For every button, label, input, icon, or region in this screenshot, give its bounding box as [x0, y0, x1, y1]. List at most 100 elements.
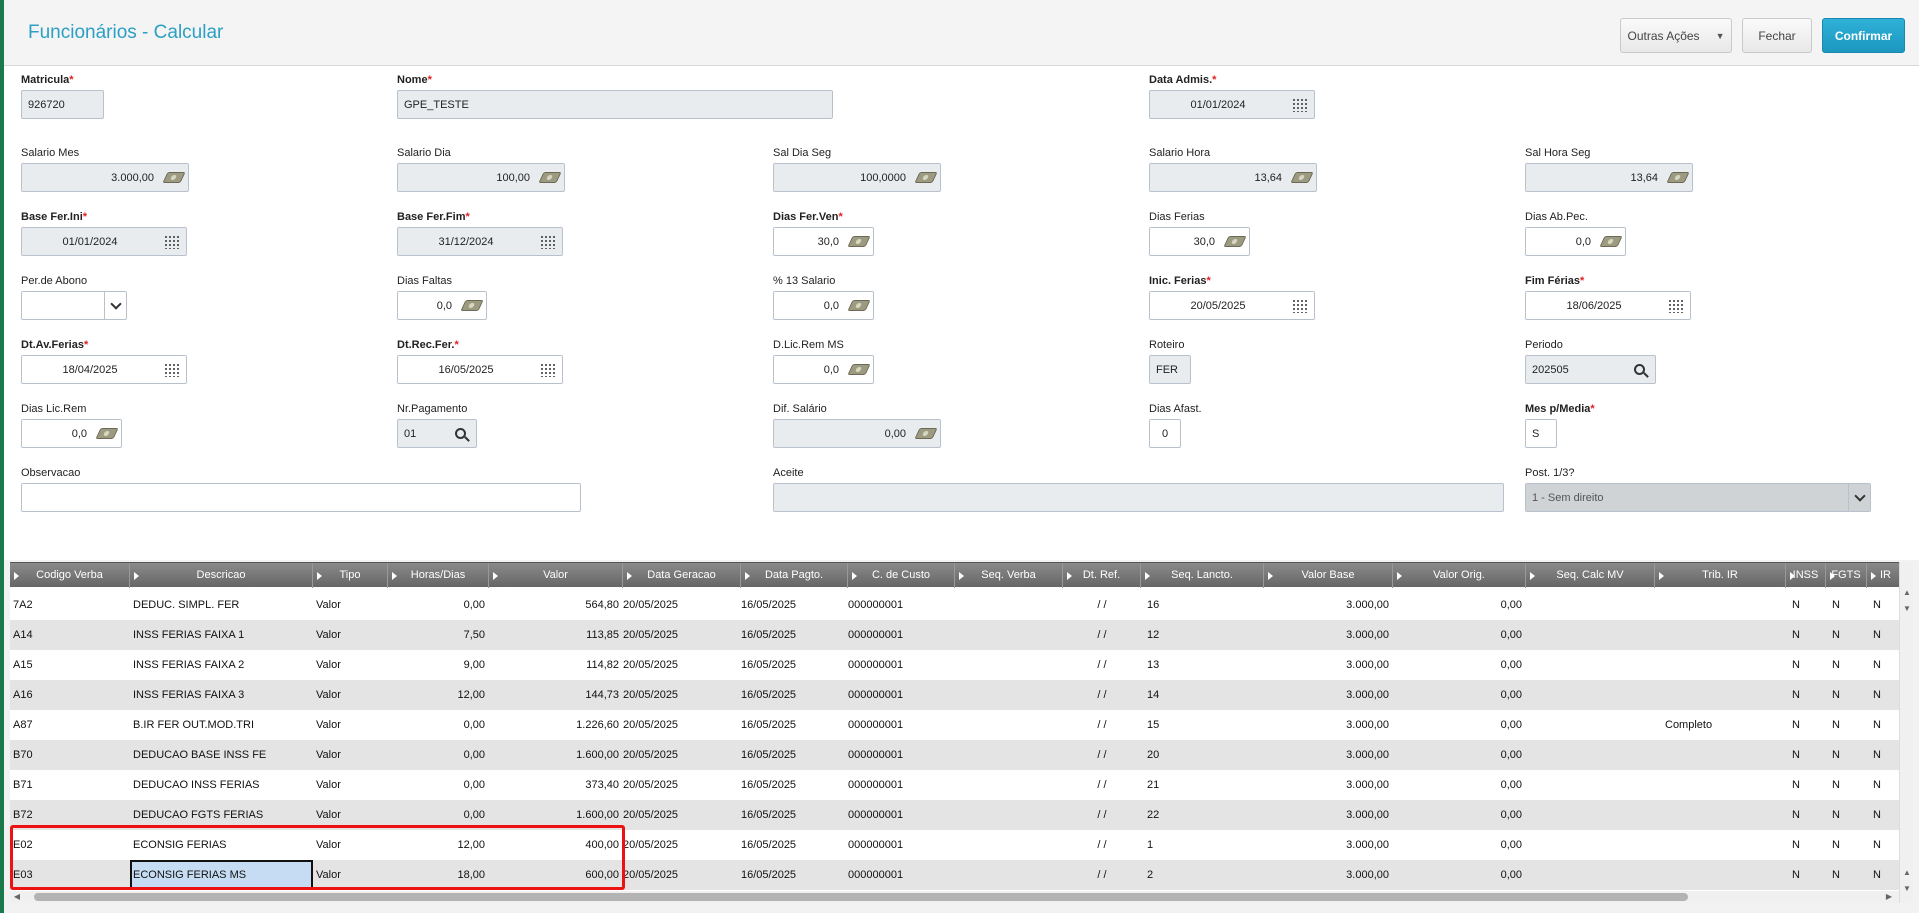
table-cell[interactable]: 000000001 [848, 800, 955, 830]
table-cell[interactable]: DEDUC. SIMPL. FER [130, 590, 313, 620]
table-cell[interactable] [955, 650, 1063, 680]
table-cell[interactable]: 1.226,60 [489, 710, 623, 740]
table-cell[interactable]: N [1826, 770, 1867, 800]
table-cell[interactable]: N [1786, 860, 1826, 890]
table-cell[interactable]: N [1826, 740, 1867, 770]
table-cell[interactable]: Completo [1655, 710, 1786, 740]
data-admis-input[interactable]: 01/01/2024 [1149, 90, 1315, 119]
table-cell[interactable]: A15 [10, 650, 130, 680]
table-cell[interactable]: 16/05/2025 [741, 770, 848, 800]
table-cell[interactable]: Valor [313, 860, 388, 890]
table-cell[interactable]: 0,00 [388, 590, 489, 620]
table-cell[interactable]: 1 [1141, 830, 1264, 860]
table-cell[interactable]: B70 [10, 740, 130, 770]
column-header[interactable]: Data Pagto. [741, 563, 848, 588]
table-cell[interactable]: 000000001 [848, 680, 955, 710]
table-cell[interactable]: 20/05/2025 [623, 620, 741, 650]
table-cell[interactable]: A14 [10, 620, 130, 650]
table-cell[interactable]: 16/05/2025 [741, 800, 848, 830]
table-cell[interactable] [1655, 650, 1786, 680]
table-cell[interactable]: 3.000,00 [1264, 770, 1393, 800]
pct-13-salario-input[interactable]: 0,0 [773, 291, 874, 320]
horizontal-scrollbar[interactable]: ◀ ▶ [10, 891, 1899, 903]
table-cell[interactable]: 20/05/2025 [623, 650, 741, 680]
table-cell[interactable]: N [1786, 650, 1826, 680]
table-cell[interactable]: / / [1063, 710, 1141, 740]
table-cell[interactable]: Valor [313, 620, 388, 650]
table-cell[interactable]: N [1786, 620, 1826, 650]
table-cell[interactable] [1655, 740, 1786, 770]
money-icon[interactable] [1288, 164, 1316, 191]
table-cell[interactable]: 7,50 [388, 620, 489, 650]
table-cell[interactable]: 12,00 [388, 680, 489, 710]
column-header[interactable]: Horas/Dias [388, 563, 489, 588]
table-cell[interactable]: 13 [1141, 650, 1264, 680]
table-cell[interactable]: 000000001 [848, 770, 955, 800]
table-cell[interactable]: 20 [1141, 740, 1264, 770]
money-icon[interactable] [845, 356, 873, 383]
money-icon[interactable] [536, 164, 564, 191]
calendar-icon[interactable] [158, 228, 186, 255]
table-cell[interactable]: N [1786, 740, 1826, 770]
column-header[interactable]: Seq. Calc MV [1526, 563, 1655, 588]
vertical-scrollbar[interactable]: ▲ ▼ ▲ ▼ [1899, 562, 1913, 903]
column-header[interactable]: Descricao [130, 563, 313, 588]
table-cell[interactable]: N [1826, 800, 1867, 830]
calendar-icon[interactable] [1286, 91, 1314, 118]
table-cell[interactable]: N [1826, 830, 1867, 860]
table-cell[interactable]: Valor [313, 830, 388, 860]
column-header[interactable]: C. de Custo [848, 563, 955, 588]
table-cell[interactable]: Valor [313, 650, 388, 680]
dias-faltas-input[interactable]: 0,0 [397, 291, 487, 320]
dias-ferias-input[interactable]: 30,0 [1149, 227, 1250, 256]
table-cell[interactable]: Valor [313, 680, 388, 710]
table-cell[interactable]: N [1826, 860, 1867, 890]
table-cell[interactable]: 2 [1141, 860, 1264, 890]
table-cell[interactable]: Valor [313, 800, 388, 830]
money-icon[interactable] [160, 164, 188, 191]
table-cell[interactable]: 0,00 [1393, 830, 1526, 860]
table-cell[interactable] [955, 830, 1063, 860]
dt-av-ferias-input[interactable]: 18/04/2025 [21, 355, 187, 384]
table-cell[interactable]: 15 [1141, 710, 1264, 740]
table-cell[interactable]: 000000001 [848, 650, 955, 680]
aceite-input[interactable] [773, 483, 1504, 512]
table-cell[interactable]: N [1826, 590, 1867, 620]
table-cell[interactable]: 0,00 [1393, 740, 1526, 770]
column-header[interactable]: Codigo Verba [10, 563, 130, 588]
table-cell[interactable] [955, 860, 1063, 890]
table-cell[interactable]: Valor [313, 770, 388, 800]
table-cell[interactable]: 0,00 [1393, 680, 1526, 710]
table-cell[interactable]: 0,00 [388, 740, 489, 770]
table-cell[interactable]: 16/05/2025 [741, 650, 848, 680]
search-icon[interactable] [1627, 356, 1655, 383]
table-cell[interactable]: 1.600,00 [489, 740, 623, 770]
table-cell[interactable]: 3.000,00 [1264, 740, 1393, 770]
matricula-input[interactable]: 926720 [21, 90, 104, 119]
table-cell[interactable]: 600,00 [489, 860, 623, 890]
table-cell[interactable]: 16/05/2025 [741, 860, 848, 890]
table-cell[interactable]: / / [1063, 650, 1141, 680]
table-cell[interactable]: E02 [10, 830, 130, 860]
table-cell[interactable]: N [1826, 650, 1867, 680]
observacao-input[interactable] [21, 483, 581, 512]
table-cell[interactable]: 20/05/2025 [623, 740, 741, 770]
table-cell[interactable]: 20/05/2025 [623, 770, 741, 800]
money-icon[interactable] [1664, 164, 1692, 191]
calendar-icon[interactable] [534, 228, 562, 255]
table-cell[interactable] [1526, 650, 1655, 680]
horizontal-scroll-thumb[interactable] [34, 893, 1688, 901]
table-cell[interactable]: 20/05/2025 [623, 710, 741, 740]
table-cell[interactable]: 22 [1141, 800, 1264, 830]
table-cell[interactable] [1655, 860, 1786, 890]
table-cell[interactable] [955, 680, 1063, 710]
table-row[interactable]: E03 ECONSIG FERIAS MS Valor 18,00 600,00 20/0… [10, 860, 1903, 890]
table-row[interactable]: B72 DEDUCAO FGTS FERIAS Valor 0,00 1.600,00 2… [10, 800, 1903, 830]
table-cell[interactable]: / / [1063, 770, 1141, 800]
sal-dia-seg-input[interactable]: 100,0000 [773, 163, 941, 192]
nome-input[interactable]: GPE_TESTE [397, 90, 833, 119]
scroll-up-icon[interactable]: ▲ [1900, 868, 1914, 877]
table-row[interactable]: B71 DEDUCAO INSS FERIAS Valor 0,00 373,40 20/… [10, 770, 1903, 800]
table-cell[interactable]: Valor [313, 710, 388, 740]
table-cell[interactable]: Valor [313, 590, 388, 620]
